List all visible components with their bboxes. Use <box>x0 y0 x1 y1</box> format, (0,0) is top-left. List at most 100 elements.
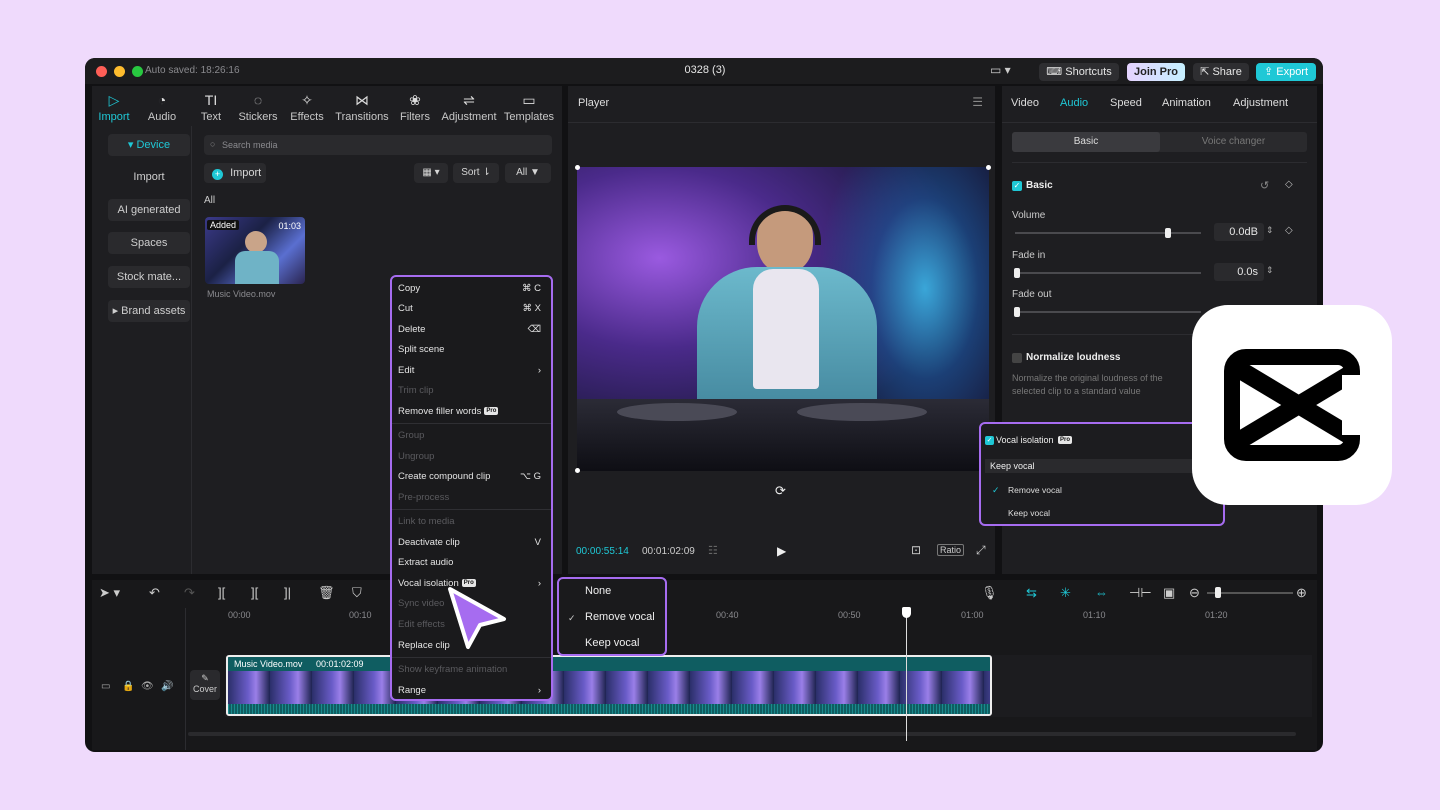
video-clip[interactable]: Music Video.mov 00:01:02:09 <box>226 655 992 716</box>
track-video-icon[interactable]: ▭ <box>101 681 110 692</box>
tab-stickers[interactable]: ◌ Stickers <box>236 92 280 123</box>
timecode-icon[interactable]: ☷ <box>708 544 718 557</box>
vocal-option-remove[interactable]: Remove vocal <box>1008 485 1062 495</box>
sort-button[interactable]: Sort ⇂ <box>453 163 499 183</box>
vocal-select[interactable]: Keep vocal <box>985 459 1205 473</box>
menu-item-remove-filler[interactable]: Remove filler words Pro <box>398 406 499 417</box>
keyframe-icon[interactable]: ◇ <box>1285 179 1293 190</box>
menu-item-range[interactable]: Range <box>398 685 426 696</box>
lock-icon[interactable]: 🔒 <box>122 681 134 692</box>
playhead-handle[interactable] <box>902 607 911 618</box>
undo-icon[interactable]: ↶ <box>149 585 160 601</box>
menu-item-cut[interactable]: Cut <box>398 303 413 314</box>
video-preview[interactable] <box>577 167 989 471</box>
sidebar-item-brand-assets[interactable]: ▸ Brand assets <box>108 300 190 322</box>
tab-video[interactable]: Video <box>1011 97 1039 109</box>
split-left-icon[interactable]: ][ <box>251 585 258 600</box>
fadein-slider-knob[interactable] <box>1014 268 1020 278</box>
tab-templates[interactable]: ▭ Templates <box>502 92 556 123</box>
timeline-scrollbar[interactable] <box>188 732 1296 736</box>
media-thumbnail[interactable]: Added 01:03 <box>205 217 305 284</box>
zoom-fit-icon[interactable]: ⊡ <box>911 543 921 557</box>
fullscreen-icon[interactable]: ⤢ <box>976 543 986 558</box>
microphone-icon[interactable]: 🎙 <box>981 585 998 601</box>
crop-handle[interactable] <box>986 165 991 170</box>
minimize-window-button[interactable] <box>114 66 125 77</box>
menu-item-split-scene[interactable]: Split scene <box>398 344 444 355</box>
join-pro-button[interactable]: Join Pro <box>1127 63 1185 81</box>
split-icon[interactable]: ][ <box>218 585 225 600</box>
tab-audio[interactable]: ◔ Audio <box>144 92 180 123</box>
select-tool-icon[interactable]: ➤ ▾ <box>99 585 120 601</box>
close-window-button[interactable] <box>96 66 107 77</box>
fadein-slider[interactable] <box>1015 272 1201 274</box>
keyframe-icon[interactable]: ◇ <box>1285 225 1293 236</box>
sidebar-item-stock[interactable]: Stock mate... <box>108 266 190 288</box>
zoom-window-button[interactable] <box>132 66 143 77</box>
playhead[interactable] <box>906 611 907 741</box>
tab-transitions[interactable]: ⋈ Transitions <box>334 92 390 123</box>
tab-effects[interactable]: ✧ Effects <box>288 92 326 123</box>
basic-checkbox[interactable]: ✓ <box>1012 181 1022 191</box>
menu-item-compound-clip[interactable]: Create compound clip <box>398 471 490 482</box>
layout-icon[interactable]: ▭ ▾ <box>990 63 1011 77</box>
sidebar-item-spaces[interactable]: Spaces <box>108 232 190 254</box>
tab-import[interactable]: ▷ Import <box>98 92 130 123</box>
fadeout-slider-knob[interactable] <box>1014 307 1020 317</box>
submenu-item-remove-vocal[interactable]: Remove vocal <box>585 611 655 623</box>
export-button[interactable]: ⇪ Export <box>1256 63 1316 81</box>
volume-slider[interactable] <box>1015 232 1201 234</box>
search-input[interactable]: ○ Search media <box>204 135 552 155</box>
menu-icon[interactable]: ☰ <box>972 95 983 109</box>
submenu-item-none[interactable]: None <box>585 585 611 597</box>
zoom-in-icon[interactable]: ⊕ <box>1296 585 1307 601</box>
fadein-value[interactable]: 0.0s <box>1214 263 1264 281</box>
crop-handle[interactable] <box>575 165 580 170</box>
menu-item-extract-audio[interactable]: Extract audio <box>398 557 453 568</box>
menu-item-replace-clip[interactable]: Replace clip <box>398 640 450 651</box>
tab-animation[interactable]: Animation <box>1162 97 1211 109</box>
submenu-item-keep-vocal[interactable]: Keep vocal <box>585 637 639 649</box>
filter-all-button[interactable]: All ▼ <box>505 163 551 183</box>
ratio-button[interactable]: Ratio <box>937 544 965 556</box>
speaker-icon[interactable]: 🔊 <box>161 681 173 692</box>
menu-item-copy[interactable]: Copy <box>398 283 420 294</box>
magnet-icon[interactable]: ⇆ <box>1026 585 1037 601</box>
split-right-icon[interactable]: ]| <box>284 585 291 600</box>
crop-handle[interactable] <box>575 468 580 473</box>
share-button[interactable]: ⇱ Share <box>1193 63 1249 81</box>
volume-stepper[interactable]: ⇕ <box>1266 225 1274 236</box>
split-screen-icon[interactable]: ⊣⊢ <box>1129 585 1152 601</box>
cover-button[interactable]: ✎ Cover <box>190 670 220 700</box>
menu-item-deactivate[interactable]: Deactivate clip <box>398 537 460 548</box>
rotate-icon[interactable]: ⟳ <box>775 483 786 499</box>
tab-speed[interactable]: Speed <box>1110 97 1142 109</box>
redo-icon[interactable]: ↷ <box>184 585 195 601</box>
fadeout-slider[interactable] <box>1015 311 1201 313</box>
marker-icon[interactable]: ⛉ <box>352 585 362 601</box>
sidebar-item-import[interactable]: Import <box>108 166 190 188</box>
delete-icon[interactable]: 🗑 <box>318 585 335 601</box>
volume-value[interactable]: 0.0dB <box>1214 223 1264 241</box>
eye-icon[interactable]: 👁 <box>141 681 154 692</box>
tab-adjustment[interactable]: Adjustment <box>1233 97 1288 109</box>
play-button[interactable]: ▶ <box>777 544 786 558</box>
menu-item-edit[interactable]: Edit <box>398 365 414 376</box>
zoom-out-icon[interactable]: ⊖ <box>1189 585 1200 601</box>
fadein-stepper[interactable]: ⇕ <box>1266 265 1274 276</box>
tab-adjustment[interactable]: ⇌ Adjustment <box>440 92 498 123</box>
vocal-option-keep[interactable]: Keep vocal <box>1008 508 1050 518</box>
sidebar-item-device[interactable]: ▾ Device <box>108 134 190 156</box>
zoom-slider-knob[interactable] <box>1215 587 1221 598</box>
tab-text[interactable]: TI Text <box>196 92 226 123</box>
sidebar-item-ai-generated[interactable]: AI generated <box>108 199 190 221</box>
segment-basic[interactable]: Basic <box>1012 132 1160 152</box>
segment-voice-changer[interactable]: Voice changer <box>1160 132 1307 152</box>
view-mode-button[interactable]: ▦ ▾ <box>414 163 448 183</box>
menu-item-delete[interactable]: Delete <box>398 324 425 335</box>
reset-icon[interactable]: ↺ <box>1260 179 1269 192</box>
tab-audio[interactable]: Audio <box>1060 97 1088 109</box>
shortcuts-button[interactable]: ⌨ Shortcuts <box>1039 63 1119 81</box>
link-icon[interactable]: ✳ <box>1060 585 1071 601</box>
caption-icon[interactable]: ▣ <box>1163 585 1175 601</box>
